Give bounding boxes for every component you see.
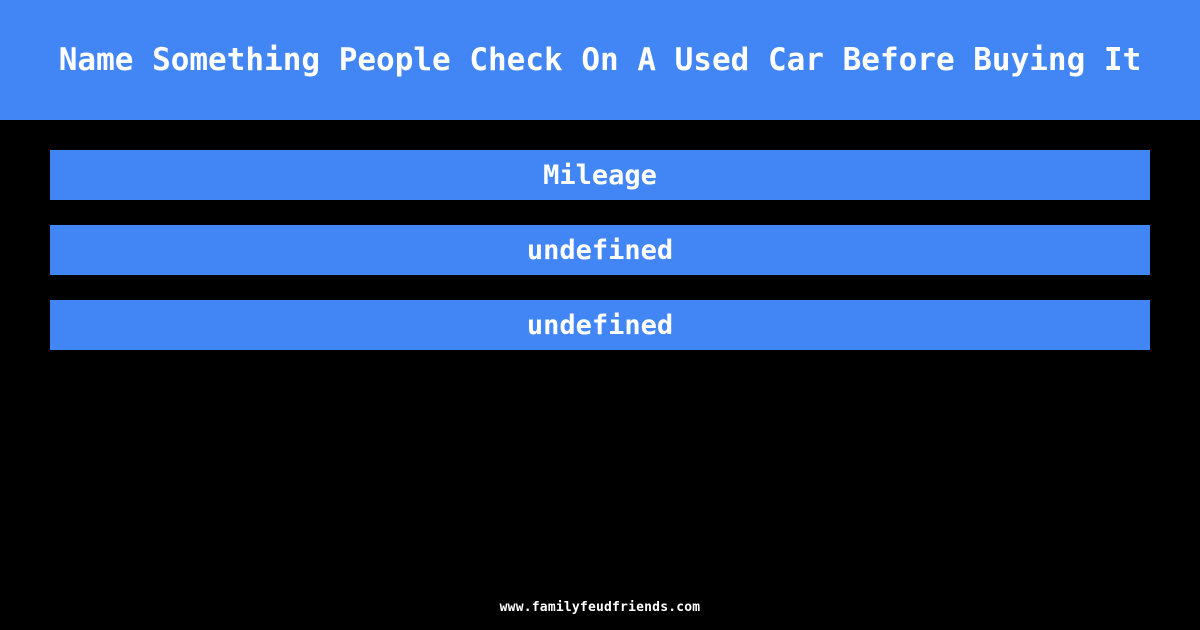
family-feud-answer-card: Name Something People Check On A Used Ca… — [0, 0, 1200, 630]
answer-row-2[interactable]: undefined — [50, 225, 1150, 275]
answer-label-3: undefined — [526, 309, 674, 341]
footer: www.familyfeudfriends.com — [0, 601, 1200, 614]
answer-row-3[interactable]: undefined — [50, 300, 1150, 350]
answer-list: Mileage undefined undefined — [50, 150, 1150, 350]
site-url[interactable]: www.familyfeudfriends.com — [500, 601, 701, 614]
answer-label-2: undefined — [526, 234, 674, 266]
question-text: Name Something People Check On A Used Ca… — [58, 41, 1142, 78]
answer-label-1: Mileage — [543, 159, 657, 191]
question-banner: Name Something People Check On A Used Ca… — [0, 0, 1200, 120]
answer-row-1[interactable]: Mileage — [50, 150, 1150, 200]
